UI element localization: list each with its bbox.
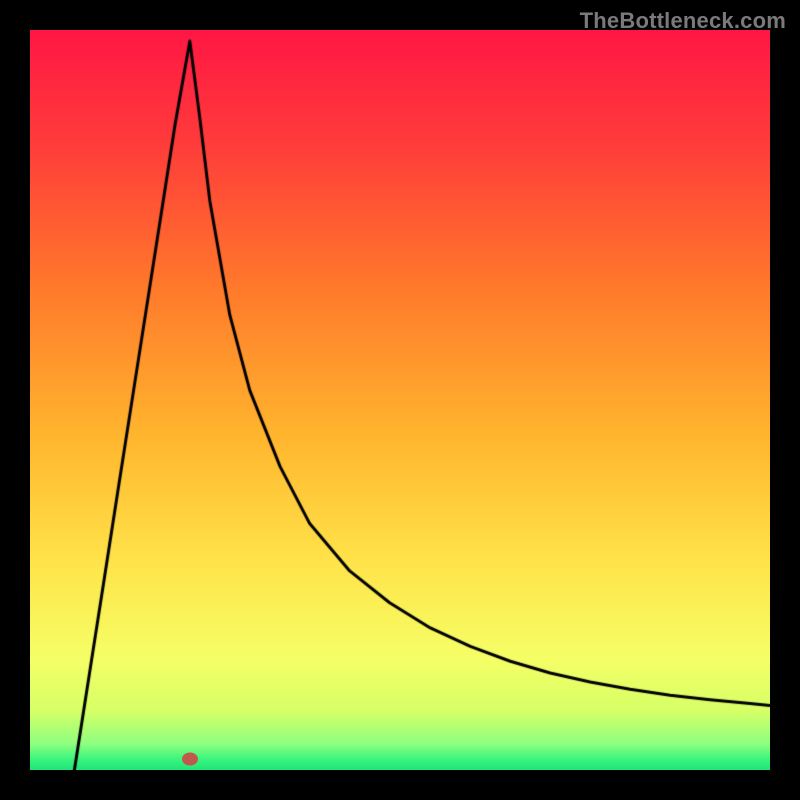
plot-frame bbox=[30, 30, 770, 770]
background-gradient bbox=[30, 30, 770, 770]
